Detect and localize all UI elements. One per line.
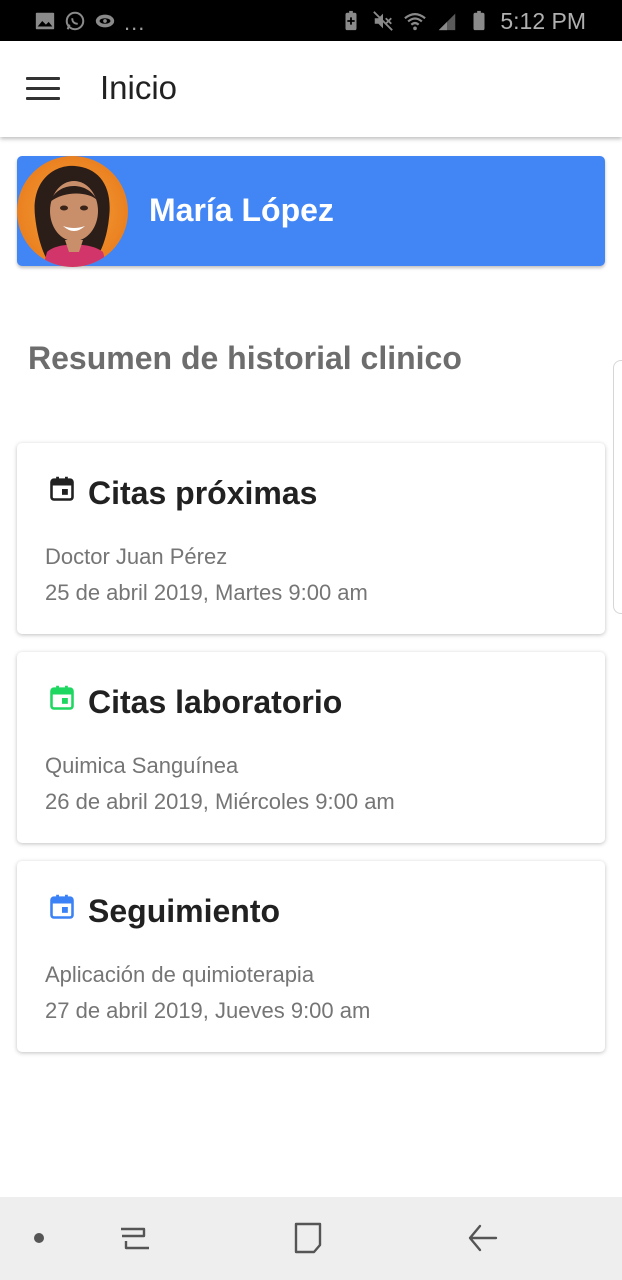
whatsapp-icon — [65, 11, 85, 31]
app-bar: Inicio — [0, 41, 622, 137]
back-icon[interactable] — [466, 1221, 500, 1255]
recents-icon[interactable] — [118, 1221, 152, 1255]
card-detail: Quimica Sanguínea — [45, 753, 239, 778]
gallery-icon — [35, 12, 55, 30]
signal-icon — [439, 13, 456, 31]
calendar-icon — [50, 894, 74, 919]
section-title: Resumen de historial clinico — [28, 340, 462, 376]
home-icon[interactable] — [292, 1221, 324, 1255]
status-bar-left: ... — [34, 8, 145, 34]
more-notifications: ... — [124, 10, 146, 35]
card-citas-proximas[interactable]: Citas próximas Doctor Juan Pérez 25 de a… — [17, 443, 605, 634]
card-date: 27 de abril 2019, Jueves 9:00 am — [45, 998, 371, 1023]
clock: 5:12 PM — [500, 7, 586, 34]
card-date: 25 de abril 2019, Martes 9:00 am — [45, 580, 368, 605]
eye-icon — [95, 14, 115, 28]
side-drawer-handle[interactable] — [613, 360, 622, 614]
battery-saver-icon — [345, 10, 357, 31]
dot-icon[interactable] — [34, 1233, 44, 1243]
card-title: Citas próximas — [88, 475, 318, 511]
status-bar: ... 5:12 PM — [0, 0, 622, 41]
card-date: 26 de abril 2019, Miércoles 9:00 am — [45, 789, 395, 814]
profile-name: María López — [149, 192, 334, 228]
wifi-icon — [404, 13, 427, 31]
mute-icon — [373, 11, 394, 31]
card-detail: Aplicación de quimioterapia — [45, 962, 315, 987]
status-bar-right: 5:12 PM — [340, 6, 586, 36]
profile-banner[interactable]: María López — [17, 156, 605, 267]
card-title: Seguimiento — [88, 893, 281, 929]
system-nav-bar — [0, 1197, 622, 1280]
calendar-icon — [50, 476, 74, 501]
card-detail: Doctor Juan Pérez — [45, 544, 228, 569]
battery-icon — [473, 10, 485, 31]
calendar-icon — [50, 685, 74, 710]
menu-icon[interactable] — [26, 77, 60, 101]
avatar[interactable] — [17, 156, 128, 267]
card-title: Citas laboratorio — [88, 684, 343, 720]
page-title: Inicio — [100, 69, 178, 106]
card-seguimiento[interactable]: Seguimiento Aplicación de quimioterapia … — [17, 861, 605, 1052]
card-citas-laboratorio[interactable]: Citas laboratorio Quimica Sanguínea 26 d… — [17, 652, 605, 843]
avatar-image — [17, 156, 128, 267]
